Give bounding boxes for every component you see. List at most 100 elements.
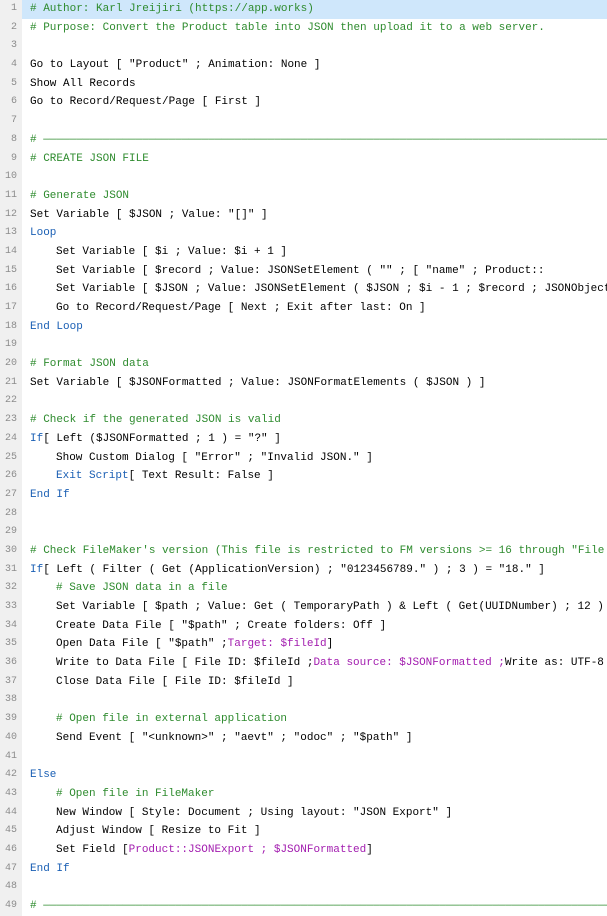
code-line[interactable]: 47End If [0, 860, 607, 879]
code-line[interactable]: 41 [0, 748, 607, 767]
code-segment: Go to Record/Request/Page [ Next ; Exit … [56, 299, 426, 318]
code-content[interactable] [22, 878, 607, 897]
code-line[interactable]: 36Write to Data File [ File ID: $fileId … [0, 654, 607, 673]
code-content[interactable]: # CREATE JSON FILE [22, 150, 607, 169]
code-content[interactable] [22, 392, 607, 411]
code-content[interactable] [22, 112, 607, 131]
code-line[interactable]: 42Else [0, 766, 607, 785]
code-line[interactable]: 46Set Field [ Product::JSONExport ; $JSO… [0, 841, 607, 860]
code-line[interactable]: 17Go to Record/Request/Page [ Next ; Exi… [0, 299, 607, 318]
code-line[interactable]: 3 [0, 37, 607, 56]
code-content[interactable]: Go to Record/Request/Page [ Next ; Exit … [22, 299, 607, 318]
code-content[interactable]: # Check FileMaker's version (This file i… [22, 542, 607, 561]
code-line[interactable]: 32# Save JSON data in a file [0, 579, 607, 598]
code-line[interactable]: 2# Purpose: Convert the Product table in… [0, 19, 607, 38]
code-line[interactable]: 29 [0, 523, 607, 542]
code-content[interactable]: Set Variable [ $record ; Value: JSONSetE… [22, 262, 607, 281]
code-content[interactable]: Show Custom Dialog [ "Error" ; "Invalid … [22, 449, 607, 468]
code-content[interactable]: If [ Left ($JSONFormatted ; 1 ) = "?" ] [22, 430, 607, 449]
code-content[interactable]: Set Variable [ $i ; Value: $i + 1 ] [22, 243, 607, 262]
code-line[interactable]: 25Show Custom Dialog [ "Error" ; "Invali… [0, 449, 607, 468]
code-line[interactable]: 45Adjust Window [ Resize to Fit ] [0, 822, 607, 841]
code-content[interactable]: If [ Left ( Filter ( Get (ApplicationVer… [22, 561, 607, 580]
code-content[interactable]: Loop [22, 224, 607, 243]
code-line[interactable]: 28 [0, 505, 607, 524]
code-content[interactable]: # ——————————————————————————————————————… [22, 897, 607, 916]
code-line[interactable]: 4Go to Layout [ "Product" ; Animation: N… [0, 56, 607, 75]
code-content[interactable]: Close Data File [ File ID: $fileId ] [22, 673, 607, 692]
code-content[interactable]: Create Data File [ "$path" ; Create fold… [22, 617, 607, 636]
code-line[interactable]: 39# Open file in external application [0, 710, 607, 729]
code-line[interactable]: 5Show All Records [0, 75, 607, 94]
code-line[interactable]: 37Close Data File [ File ID: $fileId ] [0, 673, 607, 692]
code-line[interactable]: 24If [ Left ($JSONFormatted ; 1 ) = "?" … [0, 430, 607, 449]
code-content[interactable]: Else [22, 766, 607, 785]
code-line[interactable]: 26Exit Script [ Text Result: False ] [0, 467, 607, 486]
code-line[interactable]: 40Send Event [ "<unknown>" ; "aevt" ; "o… [0, 729, 607, 748]
code-line[interactable]: 38 [0, 691, 607, 710]
code-content[interactable]: Send Event [ "<unknown>" ; "aevt" ; "odo… [22, 729, 607, 748]
code-content[interactable]: Set Variable [ $path ; Value: Get ( Temp… [22, 598, 607, 617]
code-content[interactable] [22, 37, 607, 56]
code-line[interactable]: 44New Window [ Style: Document ; Using l… [0, 804, 607, 823]
code-content[interactable]: Show All Records [22, 75, 607, 94]
code-line[interactable]: 19 [0, 336, 607, 355]
code-line[interactable]: 10 [0, 168, 607, 187]
code-editor[interactable]: 1# Author: Karl Jreijiri (https://app.wo… [0, 0, 607, 916]
code-content[interactable] [22, 505, 607, 524]
code-line[interactable]: 18End Loop [0, 318, 607, 337]
code-line[interactable]: 49# ————————————————————————————————————… [0, 897, 607, 916]
code-line[interactable]: 34Create Data File [ "$path" ; Create fo… [0, 617, 607, 636]
code-content[interactable]: Exit Script [ Text Result: False ] [22, 467, 607, 486]
code-content[interactable]: # ——————————————————————————————————————… [22, 131, 607, 150]
code-line[interactable]: 43# Open file in FileMaker [0, 785, 607, 804]
code-content[interactable] [22, 748, 607, 767]
code-line[interactable]: 20# Format JSON data [0, 355, 607, 374]
code-content[interactable]: # Open file in external application [22, 710, 607, 729]
code-content[interactable]: Set Variable [ $JSON ; Value: "[]" ] [22, 206, 607, 225]
code-content[interactable]: Set Variable [ $JSONFormatted ; Value: J… [22, 374, 607, 393]
code-line[interactable]: 30# Check FileMaker's version (This file… [0, 542, 607, 561]
code-content[interactable]: # Check if the generated JSON is valid [22, 411, 607, 430]
code-content[interactable]: Set Variable [ $JSON ; Value: JSONSetEle… [22, 280, 607, 299]
code-content[interactable]: Write to Data File [ File ID: $fileId ; … [22, 654, 607, 673]
code-content[interactable]: # Author: Karl Jreijiri (https://app.wor… [22, 0, 607, 19]
code-content[interactable] [22, 336, 607, 355]
code-content[interactable] [22, 168, 607, 187]
code-line[interactable]: 23# Check if the generated JSON is valid [0, 411, 607, 430]
code-line[interactable]: 31If [ Left ( Filter ( Get (ApplicationV… [0, 561, 607, 580]
code-content[interactable]: Set Field [ Product::JSONExport ; $JSONF… [22, 841, 607, 860]
code-content[interactable] [22, 523, 607, 542]
code-line[interactable]: 6Go to Record/Request/Page [ First ] [0, 93, 607, 112]
code-line[interactable]: 33Set Variable [ $path ; Value: Get ( Te… [0, 598, 607, 617]
code-line[interactable]: 9# CREATE JSON FILE [0, 150, 607, 169]
code-content[interactable] [22, 691, 607, 710]
code-line[interactable]: 21Set Variable [ $JSONFormatted ; Value:… [0, 374, 607, 393]
code-line[interactable]: 7 [0, 112, 607, 131]
code-content[interactable]: Go to Layout [ "Product" ; Animation: No… [22, 56, 607, 75]
code-line[interactable]: 11# Generate JSON [0, 187, 607, 206]
code-line[interactable]: 8# —————————————————————————————————————… [0, 131, 607, 150]
code-line[interactable]: 15Set Variable [ $record ; Value: JSONSe… [0, 262, 607, 281]
code-content[interactable]: New Window [ Style: Document ; Using lay… [22, 804, 607, 823]
code-line[interactable]: 35Open Data File [ "$path" ; Target: $fi… [0, 635, 607, 654]
code-content[interactable]: Adjust Window [ Resize to Fit ] [22, 822, 607, 841]
code-content[interactable]: End If [22, 486, 607, 505]
code-line[interactable]: 1# Author: Karl Jreijiri (https://app.wo… [0, 0, 607, 19]
code-content[interactable]: End If [22, 860, 607, 879]
code-line[interactable]: 12Set Variable [ $JSON ; Value: "[]" ] [0, 206, 607, 225]
code-content[interactable]: # Purpose: Convert the Product table int… [22, 19, 607, 38]
code-line[interactable]: 22 [0, 392, 607, 411]
code-line[interactable]: 27End If [0, 486, 607, 505]
code-content[interactable]: # Generate JSON [22, 187, 607, 206]
code-line[interactable]: 14Set Variable [ $i ; Value: $i + 1 ] [0, 243, 607, 262]
code-line[interactable]: 13Loop [0, 224, 607, 243]
code-content[interactable]: # Format JSON data [22, 355, 607, 374]
code-content[interactable]: # Save JSON data in a file [22, 579, 607, 598]
code-content[interactable]: Go to Record/Request/Page [ First ] [22, 93, 607, 112]
code-content[interactable]: End Loop [22, 318, 607, 337]
code-content[interactable]: # Open file in FileMaker [22, 785, 607, 804]
code-line[interactable]: 48 [0, 878, 607, 897]
code-line[interactable]: 16Set Variable [ $JSON ; Value: JSONSetE… [0, 280, 607, 299]
code-content[interactable]: Open Data File [ "$path" ; Target: $file… [22, 635, 607, 654]
